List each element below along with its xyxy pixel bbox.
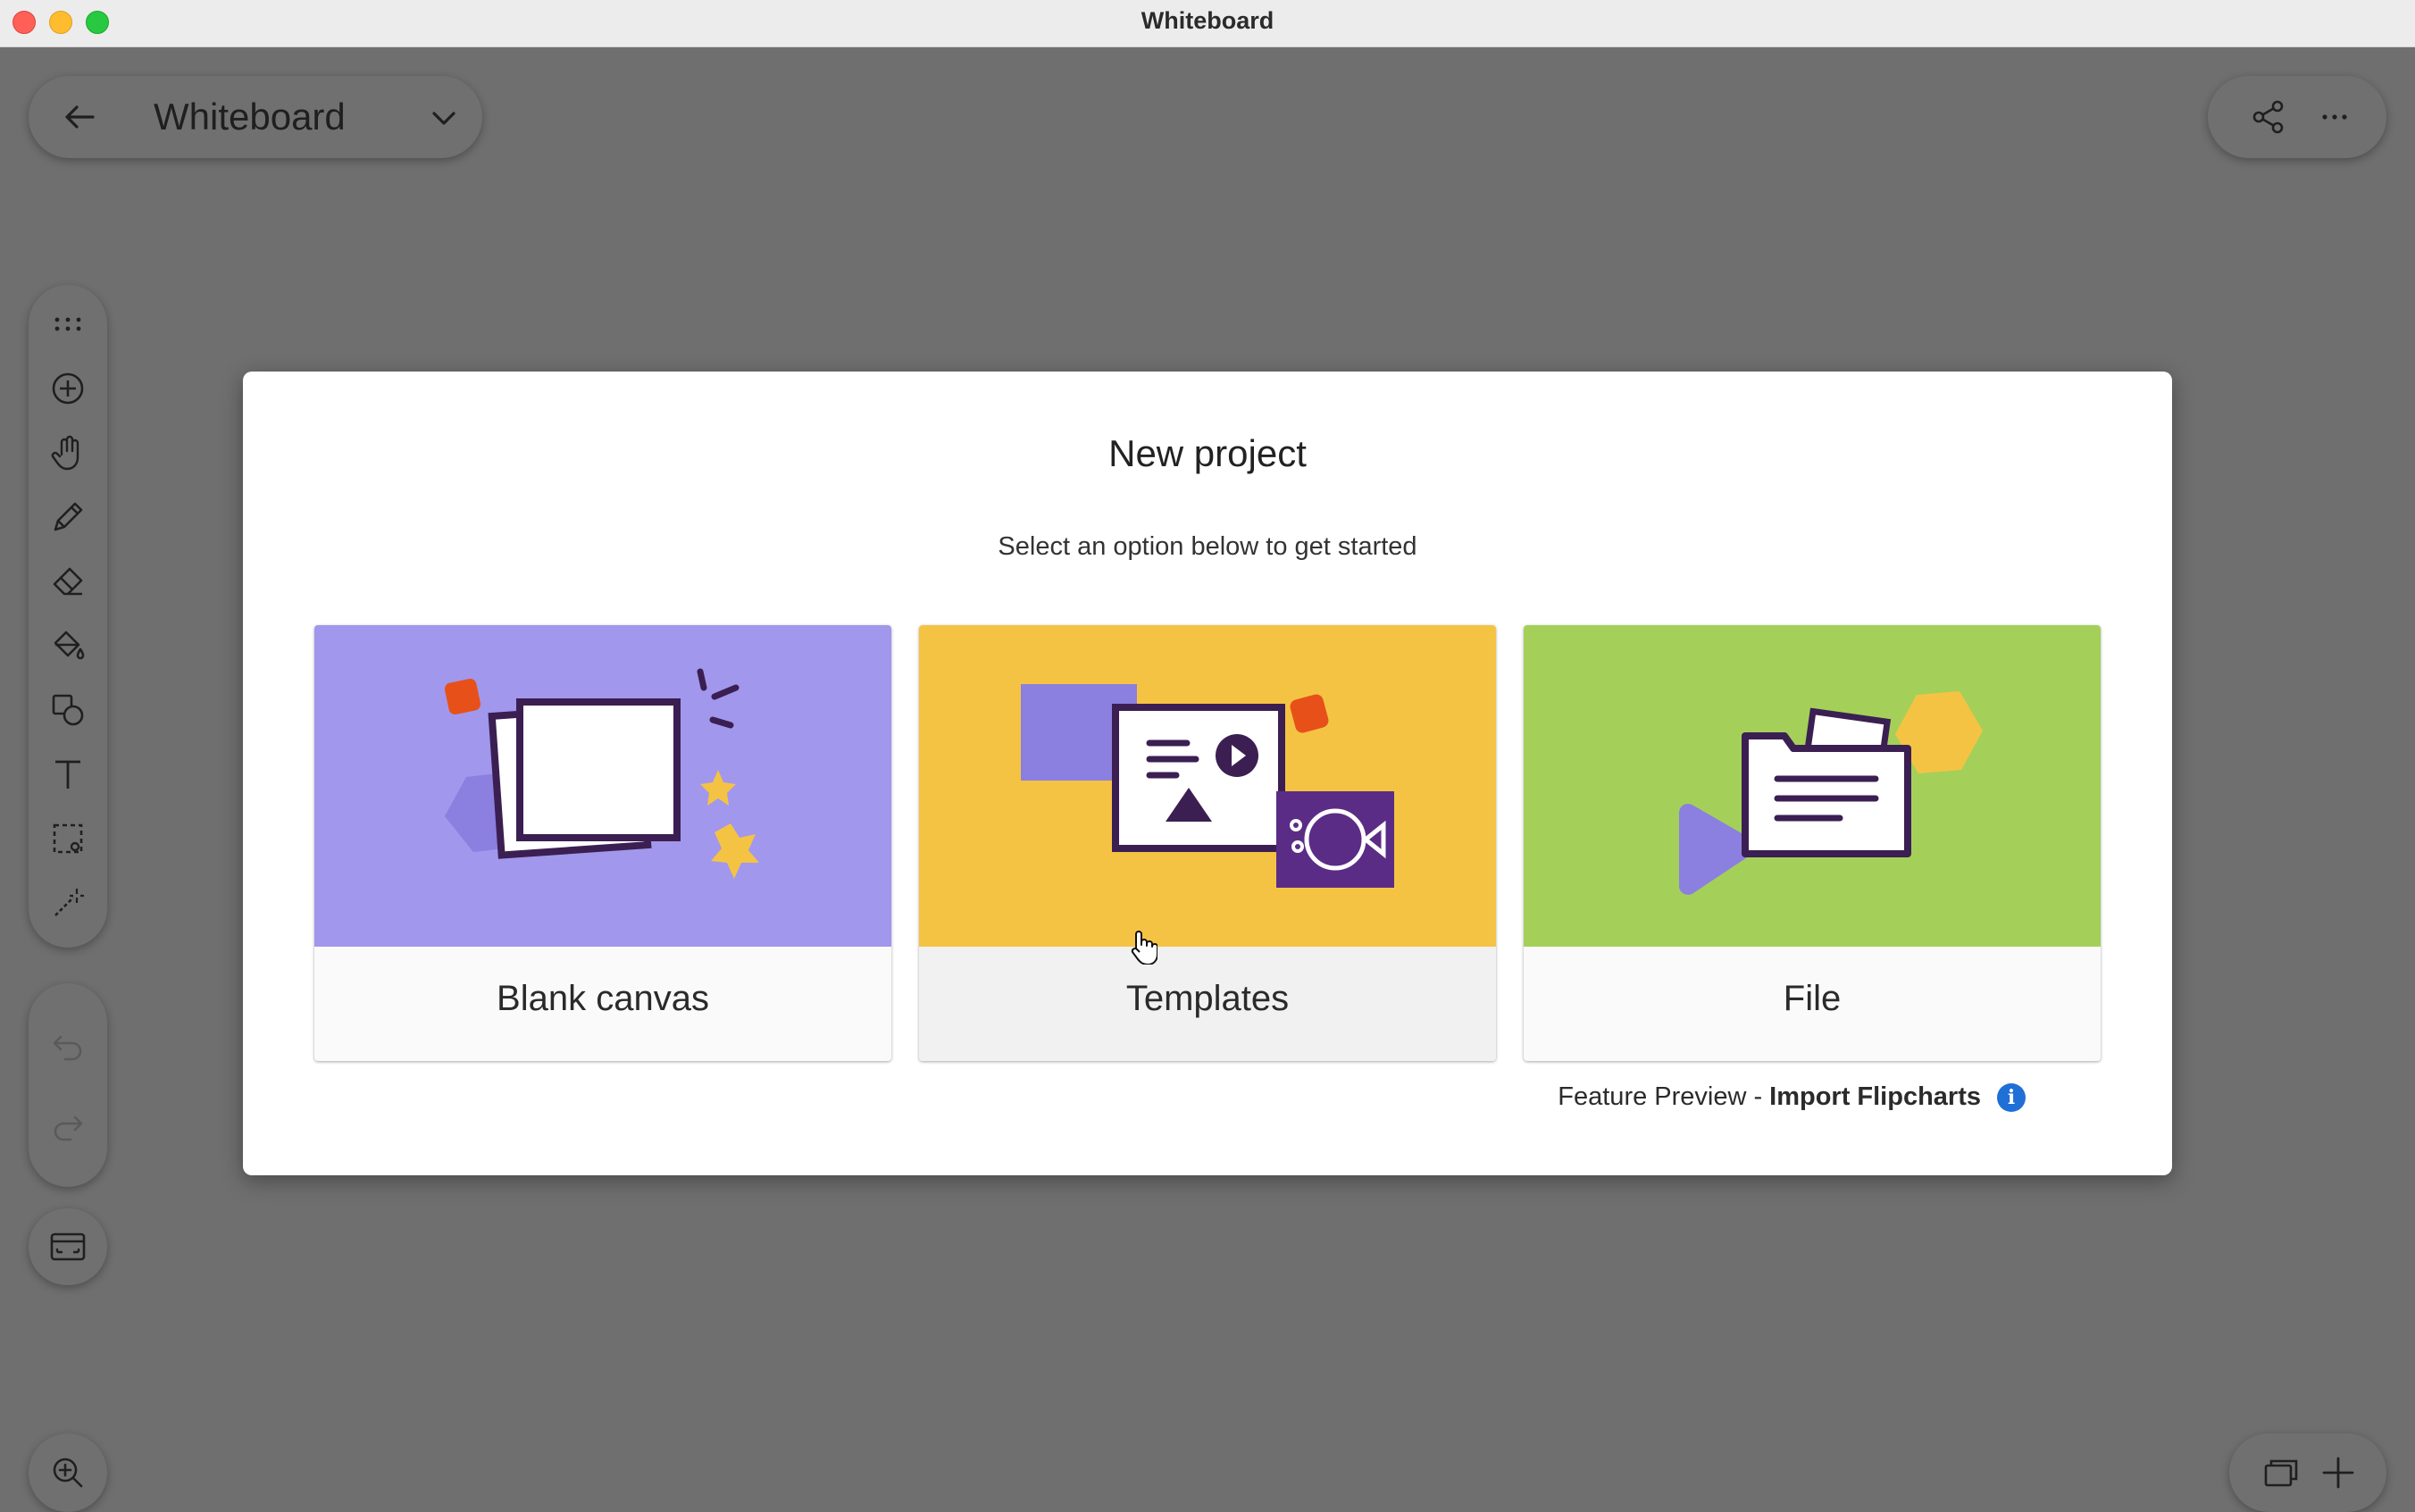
- chevron-down-icon[interactable]: [429, 103, 459, 138]
- new-project-dialog: New project Select an option below to ge…: [243, 372, 2172, 1175]
- zoom-button[interactable]: [29, 1433, 107, 1512]
- import-flipcharts-link[interactable]: Import Flipcharts: [1769, 1082, 1981, 1112]
- feature-preview[interactable]: Feature Preview - Import Flipcharts i: [1558, 1082, 2026, 1112]
- blank-canvas-label: Blank canvas: [497, 979, 709, 1018]
- blank-canvas-option[interactable]: Blank canvas: [314, 625, 891, 1061]
- text-icon[interactable]: [48, 755, 88, 794]
- shapes-icon[interactable]: [48, 690, 88, 730]
- presentation-icon: [48, 1227, 88, 1266]
- laser-pointer-icon[interactable]: [48, 883, 88, 923]
- file-option[interactable]: File: [1524, 625, 2101, 1061]
- share-icon[interactable]: [2251, 99, 2286, 139]
- more-options-icon[interactable]: [2317, 99, 2352, 139]
- share-actions: [2208, 76, 2386, 158]
- templates-label: Templates: [919, 947, 1496, 1061]
- add-page-icon[interactable]: [2319, 1453, 2358, 1497]
- lasso-select-icon[interactable]: [48, 819, 88, 858]
- add-icon[interactable]: [48, 369, 88, 408]
- pages-icon[interactable]: [2261, 1453, 2301, 1497]
- redo-icon[interactable]: [48, 1105, 88, 1144]
- history-controls: [29, 983, 107, 1187]
- templates-option[interactable]: Templates: [919, 625, 1496, 1061]
- back-arrow-icon[interactable]: [63, 99, 98, 139]
- board-name[interactable]: Whiteboard: [154, 76, 346, 158]
- drag-handle-icon[interactable]: [48, 305, 88, 344]
- file-label: File: [1783, 979, 1842, 1018]
- board-header: Whiteboard: [29, 76, 482, 158]
- window-titlebar: Whiteboard: [0, 0, 2415, 47]
- window-title: Whiteboard: [1141, 7, 1274, 34]
- templates-illustration: [919, 625, 1496, 947]
- fill-bucket-icon[interactable]: [48, 626, 88, 665]
- blank-canvas-illustration: [314, 625, 891, 947]
- tools-toolbar: [29, 285, 107, 948]
- dialog-title: New project: [1108, 432, 1307, 474]
- hand-pointer-cursor-icon: [1127, 929, 1158, 969]
- pen-icon[interactable]: [48, 497, 88, 537]
- undo-icon[interactable]: [48, 1024, 88, 1064]
- dialog-subtitle: Select an option below to get started: [998, 532, 1417, 561]
- pages-controls: [2229, 1433, 2386, 1512]
- zoom-in-icon: [48, 1453, 88, 1492]
- info-icon[interactable]: i: [1997, 1082, 2026, 1112]
- file-illustration: [1524, 625, 2101, 947]
- presentation-mode-button[interactable]: [29, 1208, 107, 1285]
- hand-pan-icon[interactable]: [48, 433, 88, 472]
- eraser-icon[interactable]: [48, 562, 88, 601]
- feature-preview-prefix: Feature Preview -: [1558, 1082, 1763, 1111]
